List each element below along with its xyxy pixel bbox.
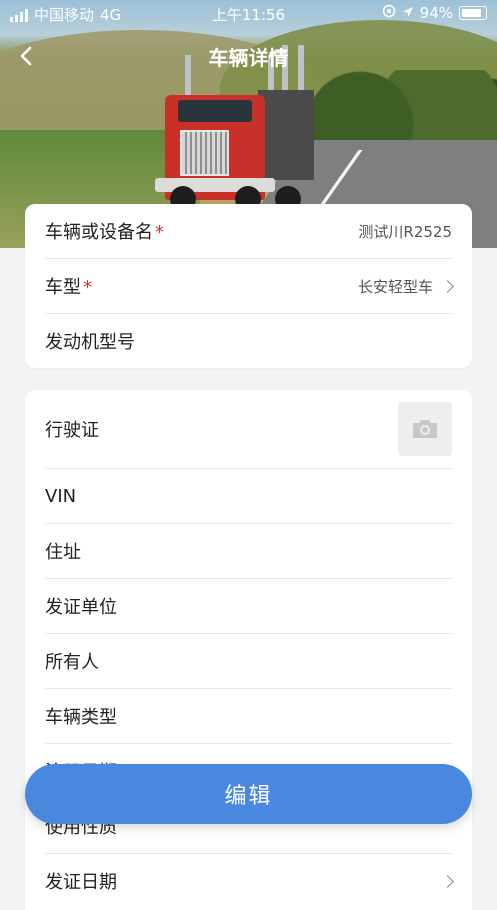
location-icon [402,4,414,22]
issue-date-label: 发证日期 [45,872,117,893]
owner-row[interactable]: 所有人 [45,634,452,689]
vehicle-type-label: 车辆类型 [45,707,117,728]
engine-model-label: 发动机型号 [45,332,135,353]
issuing-authority-label: 发证单位 [45,597,117,618]
battery-icon [459,6,487,20]
status-bar: 中国移动 4G 上午11:56 94% [0,0,497,28]
battery-percent: 94% [419,4,453,22]
clock: 上午11:56 [211,6,286,24]
required-star: * [83,277,92,298]
edit-button[interactable]: 编辑 [25,764,472,824]
issuing-authority-row[interactable]: 发证单位 [45,579,452,634]
vehicle-name-label: 车辆或设备名 [45,222,153,243]
driving-license-label: 行驶证 [45,420,99,441]
vehicle-model-label: 车型 [45,277,81,298]
vehicle-name-value: 测试川R2525 [358,222,452,241]
vin-row[interactable]: VIN [45,469,452,524]
page-title: 车辆详情 [208,46,289,70]
address-label: 住址 [45,542,81,563]
required-star: * [155,222,164,243]
upload-photo-button[interactable] [398,402,452,456]
basic-info-card: 车辆或设备名 * 测试川R2525 车型 * 长安轻型车 发动机型号 [25,204,472,368]
vehicle-type-row[interactable]: 车辆类型 [45,689,452,744]
camera-icon [413,420,437,438]
nav-bar: 车辆详情 [0,36,497,76]
chevron-right-icon [441,279,454,293]
owner-label: 所有人 [45,652,99,673]
vehicle-model-row[interactable]: 车型 * 长安轻型车 [45,259,454,314]
vehicle-model-value: 长安轻型车 [357,277,433,296]
driving-license-row: 行驶证 [45,390,452,469]
issue-date-row[interactable]: 发证日期 [45,854,454,908]
engine-model-row[interactable]: 发动机型号 [45,314,452,368]
vin-label: VIN [45,485,77,507]
vehicle-name-row[interactable]: 车辆或设备名 * 测试川R2525 [45,204,452,259]
chevron-right-icon [441,874,454,888]
orientation-lock-icon [382,4,396,22]
address-row[interactable]: 住址 [45,524,452,579]
license-info-card: 行驶证 VIN 住址 发证单位 所有人 车辆类型 注册日期 使用性质 发证日期 [25,390,472,910]
